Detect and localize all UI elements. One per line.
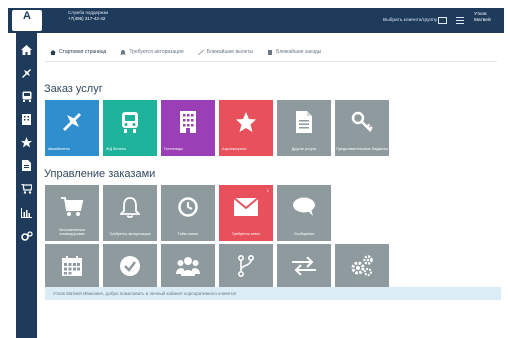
sidebar-item-hotels[interactable]	[19, 112, 34, 127]
crumb-authorization[interactable]: Требуется авторизация	[120, 49, 184, 55]
exchange-icon	[292, 257, 316, 275]
welcome-text: Утков Матвей Иванович, добро пожаловать …	[53, 291, 237, 296]
tile-label: Авиабилеты	[48, 147, 70, 152]
tile-label: Требуется ответ	[231, 232, 261, 237]
tile-authorization-required[interactable]: Требуется авторизация	[103, 185, 157, 241]
crumb-label: Ближайшие вылеты	[206, 49, 254, 55]
sidebar-item-home[interactable]	[19, 42, 34, 57]
breadcrumb: Стартовая страница Требуется авторизация…	[50, 49, 321, 55]
cart-icon	[21, 183, 32, 194]
crumb-label: Стартовая страница	[59, 49, 107, 55]
tile-reply-required[interactable]: 1 Требуется ответ	[219, 185, 273, 241]
sidebar-item-settings[interactable]	[19, 229, 34, 244]
airplane-icon	[63, 113, 81, 131]
user-name: Утков Матвей	[474, 12, 491, 23]
hotel-icon	[268, 49, 273, 55]
crumb-start-page[interactable]: Стартовая страница	[50, 49, 106, 55]
sidebar-item-cart[interactable]	[19, 181, 34, 196]
tile-label: Неоплаченные командировки	[58, 227, 86, 237]
app-frame: A Служба поддержки +7(495) 317-42-42 Выб…	[0, 0, 510, 338]
key-icon	[351, 111, 373, 132]
hotel-icon	[22, 114, 31, 125]
check-icon	[120, 256, 140, 276]
crumb-label: Ближайшие заезды	[276, 49, 322, 55]
tile-label: Гостиницы	[164, 147, 183, 152]
document-icon	[22, 160, 31, 171]
sidebar-item-reports[interactable]	[19, 205, 34, 220]
menu-icon[interactable]	[456, 17, 464, 24]
support-phone: +7(495) 317-42-42	[68, 15, 106, 21]
airplane-icon	[22, 69, 31, 78]
train-icon	[122, 112, 138, 133]
tile-label: Требуется авторизация	[109, 232, 151, 237]
crumb-label: Требуется авторизация	[129, 49, 184, 55]
calendar-icon	[62, 256, 82, 276]
home-icon	[21, 44, 32, 55]
logo[interactable]: A	[12, 10, 42, 31]
tile-representative-budgets[interactable]: Представительские бюджеты	[335, 100, 389, 156]
tile-flights[interactable]: Авиабилеты	[45, 100, 99, 156]
tile-messages[interactable]: Сообщения	[277, 185, 331, 241]
chart-icon	[21, 207, 32, 218]
star-icon	[236, 112, 256, 132]
mail-icon[interactable]	[438, 17, 447, 24]
tile-trains[interactable]: ЖД билеты	[103, 100, 157, 156]
crumb-nearest-checkins[interactable]: Ближайшие заезды	[267, 49, 321, 55]
tile-label: Представительские бюджеты	[336, 147, 388, 152]
airplane-icon	[197, 49, 204, 55]
bell-icon	[120, 49, 127, 54]
tile-time-limit[interactable]: Тайм-лимит	[161, 185, 215, 241]
sidebar-item-favorites[interactable]	[19, 135, 34, 150]
tile-label: Тайм-лимит	[177, 232, 199, 237]
train-icon	[22, 91, 31, 102]
divider	[45, 61, 497, 62]
chat-icon	[293, 197, 315, 216]
services-section-title: Заказ услуг	[44, 83, 103, 95]
document-icon	[296, 111, 312, 133]
tile-hotels[interactable]: Гостиницы	[161, 100, 215, 156]
tile-other-services[interactable]: Другие услуги	[277, 100, 331, 156]
welcome-bar: Утков Матвей Иванович, добро пожаловать …	[45, 287, 501, 300]
gears-icon	[351, 255, 373, 276]
envelope-icon	[234, 198, 258, 216]
branch-icon	[238, 255, 254, 277]
tile-label: Другие услуги	[291, 147, 317, 152]
orders-section-title: Управление заказами	[44, 168, 156, 180]
tile-label: Аэроэкспресс	[222, 147, 247, 152]
tile-aeroexpress[interactable]: Аэроэкспресс	[219, 100, 273, 156]
logo-letter: A	[23, 10, 31, 22]
top-bar: A Служба поддержки +7(495) 317-42-42 Выб…	[8, 8, 504, 33]
settings-icon	[20, 231, 33, 241]
sidebar-item-documents[interactable]	[19, 158, 34, 173]
people-icon	[176, 257, 200, 276]
support-block: Служба поддержки +7(495) 317-42-42	[68, 10, 158, 21]
hotel-icon	[180, 111, 196, 133]
clock-icon	[178, 197, 198, 217]
tile-label: ЖД билеты	[106, 147, 127, 152]
tile-label: Сообщения	[293, 232, 315, 237]
bell-icon	[120, 197, 140, 218]
client-select-link[interactable]: Выбрать клиента/группу	[383, 18, 437, 23]
sidebar	[16, 33, 37, 338]
star-icon	[21, 137, 32, 148]
tile-unpaid-trips[interactable]: Неоплаченные командировки	[45, 185, 99, 241]
user-block[interactable]: Утков Матвей	[474, 12, 504, 24]
sidebar-item-flights[interactable]	[19, 66, 34, 81]
tile-badge: 1	[266, 188, 269, 193]
crumb-nearest-flights[interactable]: Ближайшие вылеты	[197, 49, 254, 55]
sidebar-item-trains[interactable]	[19, 89, 34, 104]
cart-icon	[61, 197, 83, 216]
home-icon	[50, 49, 56, 55]
